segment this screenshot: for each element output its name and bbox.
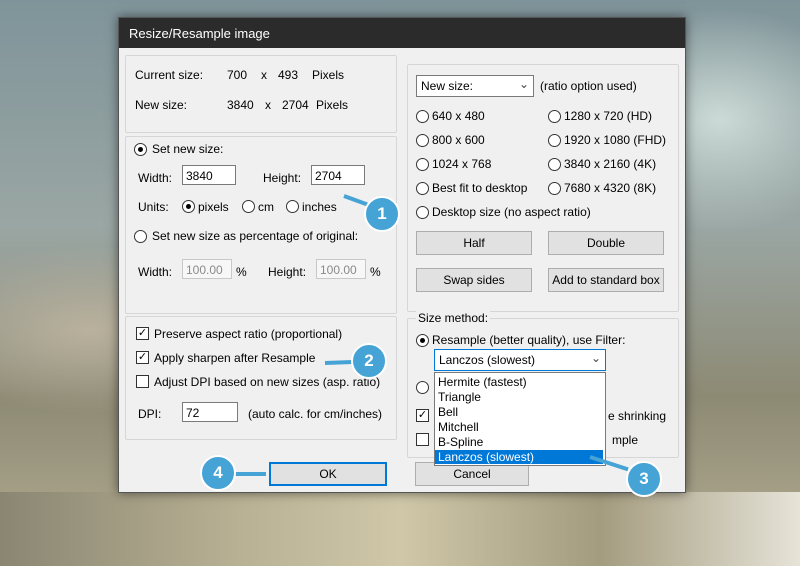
preserve-label: Preserve aspect ratio (proportional) — [154, 327, 343, 341]
ok-button[interactable]: OK — [269, 462, 387, 486]
chevron-down-icon: ⌄ — [590, 351, 601, 365]
marker-3: 3 — [626, 461, 662, 497]
percentage-label: Set new size as percentage of original: — [152, 229, 359, 243]
shrink-label-partial: e shrinking — [608, 409, 667, 423]
filter-option-bell[interactable]: Bell — [435, 405, 603, 419]
shrink-checkbox[interactable]: ✓ — [416, 409, 429, 422]
std-bestfit-label: Best fit to desktop — [432, 181, 528, 195]
std-desktop-radio[interactable] — [416, 206, 429, 219]
current-height: 493 — [278, 68, 299, 82]
swap-sides-button[interactable]: Swap sides — [416, 268, 532, 292]
std-bestfit-radio[interactable] — [416, 182, 429, 195]
units-cm-radio[interactable] — [242, 200, 255, 213]
background-photo — [0, 492, 800, 566]
std-1024-radio[interactable] — [416, 158, 429, 171]
size-method-title: Size method: — [416, 311, 491, 325]
dpi-note: (auto calc. for cm/inches) — [248, 407, 383, 421]
width-input[interactable]: 3840 — [182, 165, 236, 185]
arrow-4 — [232, 472, 266, 476]
units-inches-radio[interactable] — [286, 200, 299, 213]
new-x: x — [265, 98, 271, 112]
resample-label: Resample (better quality), use Filter: — [432, 333, 626, 347]
std-640-radio[interactable] — [416, 110, 429, 123]
marker-2: 2 — [351, 343, 387, 379]
size-info-box: Current size: 700 x 493 Pixels New size:… — [125, 55, 397, 133]
units-inches-label: inches — [302, 200, 337, 214]
filter-select[interactable]: Lanczos (slowest) ⌄ — [434, 349, 606, 371]
std-1280-radio[interactable] — [548, 110, 561, 123]
filter-option-lanczos[interactable]: Lanczos (slowest) — [435, 450, 603, 464]
half-button[interactable]: Half — [416, 231, 532, 255]
filter-option-mitchell[interactable]: Mitchell — [435, 420, 603, 434]
filter-option-triangle[interactable]: Triangle — [435, 390, 603, 404]
std-1280-label: 1280 x 720 (HD) — [564, 109, 653, 123]
pct-height-input[interactable]: 100.00 — [316, 259, 366, 279]
ratio-note: (ratio option used) — [540, 79, 637, 93]
pct-width-unit: % — [236, 265, 247, 279]
resize-radio[interactable] — [416, 381, 429, 394]
sample-checkbox[interactable] — [416, 433, 429, 446]
filter-select-value: Lanczos (slowest) — [439, 353, 536, 367]
filter-option-hermite[interactable]: Hermite (fastest) — [435, 375, 603, 389]
filter-dropdown-list: Hermite (fastest) Triangle Bell Mitchell… — [434, 372, 606, 466]
current-unit: Pixels — [312, 68, 345, 82]
title-bar: Resize/Resample image — [119, 18, 685, 48]
new-size-label: New size: — [135, 98, 188, 112]
dialog-title: Resize/Resample image — [129, 26, 270, 41]
current-width: 700 — [227, 68, 248, 82]
std-800-radio[interactable] — [416, 134, 429, 147]
resample-radio[interactable] — [416, 334, 429, 347]
sharpen-label: Apply sharpen after Resample — [154, 351, 316, 365]
sharpen-checkbox[interactable]: ✓ — [136, 351, 149, 364]
pct-width-label: Width: — [138, 265, 173, 279]
std-1920-label: 1920 x 1080 (FHD) — [564, 133, 667, 147]
dpi-label: DPI: — [138, 407, 162, 421]
new-width: 3840 — [227, 98, 254, 112]
set-size-box: Set new size: Width: 3840 Height: 2704 U… — [125, 136, 397, 314]
pct-height-unit: % — [370, 265, 381, 279]
dpi-adjust-label: Adjust DPI based on new sizes (asp. rati… — [154, 375, 381, 389]
dpi-adjust-checkbox[interactable] — [136, 375, 149, 388]
standard-select-value: New size: — [421, 79, 474, 93]
marker-1: 1 — [364, 196, 400, 232]
double-button[interactable]: Double — [548, 231, 664, 255]
current-size-label: Current size: — [135, 68, 204, 82]
filter-option-bspline[interactable]: B-Spline — [435, 435, 603, 449]
std-desktop-label: Desktop size (no aspect ratio) — [432, 205, 591, 219]
height-label: Height: — [263, 171, 302, 185]
width-label: Width: — [138, 171, 173, 185]
std-1024-label: 1024 x 768 — [432, 157, 492, 171]
std-1920-radio[interactable] — [548, 134, 561, 147]
pct-width-input[interactable]: 100.00 — [182, 259, 232, 279]
units-pixels-label: pixels — [198, 200, 229, 214]
height-input[interactable]: 2704 — [311, 165, 365, 185]
std-7680-radio[interactable] — [548, 182, 561, 195]
sample-label-partial: mple — [612, 433, 639, 447]
new-height: 2704 — [282, 98, 309, 112]
standard-dimensions-box: New size: ⌄ (ratio option used) 640 x 48… — [407, 64, 679, 312]
resize-dialog: Resize/Resample image Current size: 700 … — [118, 17, 686, 493]
standard-select[interactable]: New size: ⌄ — [416, 75, 534, 97]
std-3840-label: 3840 x 2160 (4K) — [564, 157, 657, 171]
pct-height-label: Height: — [268, 265, 307, 279]
options-box: ✓ Preserve aspect ratio (proportional) ✓… — [125, 316, 397, 440]
current-x: x — [261, 68, 267, 82]
units-pixels-radio[interactable] — [182, 200, 195, 213]
preserve-checkbox[interactable]: ✓ — [136, 327, 149, 340]
set-new-size-radio[interactable] — [134, 143, 147, 156]
units-cm-label: cm — [258, 200, 274, 214]
new-unit: Pixels — [316, 98, 349, 112]
add-standard-button[interactable]: Add to standard box — [548, 268, 664, 292]
units-label: Units: — [138, 200, 169, 214]
set-new-size-label: Set new size: — [152, 142, 224, 156]
chevron-down-icon: ⌄ — [518, 77, 529, 91]
dpi-input[interactable]: 72 — [182, 402, 238, 422]
std-7680-label: 7680 x 4320 (8K) — [564, 181, 657, 195]
percentage-radio[interactable] — [134, 230, 147, 243]
std-3840-radio[interactable] — [548, 158, 561, 171]
std-800-label: 800 x 600 — [432, 133, 485, 147]
std-640-label: 640 x 480 — [432, 109, 485, 123]
marker-4: 4 — [200, 455, 236, 491]
